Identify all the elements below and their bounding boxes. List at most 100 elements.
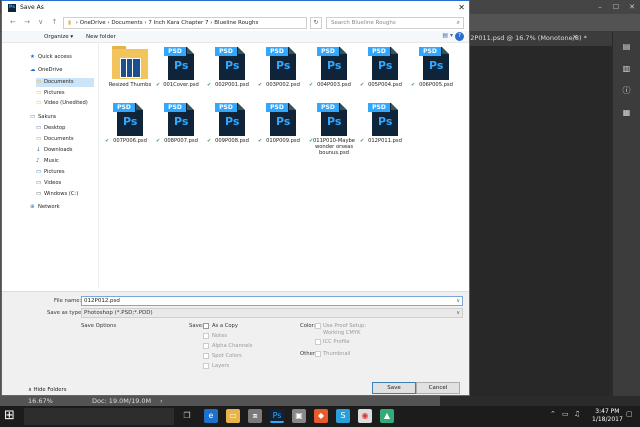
psd-file-item[interactable]: PSD Ps ✔ 002P001.psd <box>204 45 260 101</box>
search-input[interactable]: Search Blueline Roughs ⌕ <box>326 17 464 29</box>
properties-panel-icon[interactable]: ▥ <box>620 62 634 76</box>
breadcrumb-chapter[interactable]: 7 Inch Kara Chapter 7 <box>148 20 208 26</box>
psd-file-item[interactable]: PSD Ps ✔ 011P010-Maybe wonder orseas boun… <box>306 101 362 157</box>
psd-file-item[interactable]: PSD Ps ✔ 009P008.psd <box>204 101 260 157</box>
as-a-copy-checkbox[interactable] <box>203 323 209 329</box>
taskbar: ⊞ ❐ e ▭ ⧈ Ps ▣ ◆ S ◉ ▲ ⌃ ▭ ♫ 3:47 PM 1/1… <box>0 406 640 427</box>
help-icon[interactable]: ? <box>455 32 464 41</box>
close-dialog-icon[interactable]: ✕ <box>458 3 465 12</box>
breadcrumb-onedrive[interactable]: OneDrive <box>80 20 106 26</box>
pane-divider[interactable] <box>98 43 99 289</box>
notes-checkbox[interactable] <box>203 333 209 339</box>
psd-file-item[interactable]: PSD Ps ✔ 003P002.psd <box>255 45 311 101</box>
thumbnail-checkbox[interactable] <box>315 351 321 357</box>
psd-file-item[interactable]: PSD Ps ✔ 007P006.psd <box>102 101 158 157</box>
nav-sakura[interactable]: ▭ Sakura <box>30 113 56 121</box>
psd-file-item[interactable]: PSD Ps ✔ 008P007.psd <box>153 101 209 157</box>
refresh-icon[interactable]: ↻ <box>310 17 322 29</box>
nav-music[interactable]: ♪ Music <box>36 157 59 165</box>
nav-network[interactable]: ⊕ Network <box>30 203 60 211</box>
notifications-icon[interactable]: ▢ <box>626 410 633 418</box>
app-icon[interactable]: ◆ <box>314 409 328 423</box>
cancel-button[interactable]: Cancel <box>416 382 460 394</box>
nav-documents[interactable]: ▭ Documents <box>36 135 74 143</box>
chrome-icon[interactable]: ◉ <box>358 409 372 423</box>
edge-icon[interactable]: e <box>204 409 218 423</box>
view-options-icon[interactable]: ▤ ▾ <box>442 32 453 39</box>
star-icon: ★ <box>30 54 35 60</box>
skype-icon[interactable]: S <box>336 409 350 423</box>
cloud-icon: ☁ <box>30 67 36 73</box>
history-panel-icon[interactable]: ▤ <box>620 40 634 54</box>
psd-file-item[interactable]: PSD Ps ✔ 004P003.psd <box>306 45 362 101</box>
icc-profile-label: ICC Profile <box>323 339 350 345</box>
folder-icon <box>112 49 148 79</box>
status-bar <box>0 396 440 406</box>
zoom-level[interactable]: 16.67% <box>28 396 53 406</box>
breadcrumb-documents[interactable]: Documents <box>111 20 142 26</box>
close-tab-icon[interactable]: × <box>572 33 578 41</box>
app-icon[interactable]: ▣ <box>292 409 306 423</box>
status-menu-arrow[interactable]: › <box>160 396 163 406</box>
psd-file-item[interactable]: PSD Ps ✔ 006P005.psd <box>408 45 464 101</box>
navigation-arrows[interactable]: ← → ∨ ↑ <box>10 18 60 26</box>
nav-documents-onedrive[interactable]: ▭ Documents <box>36 78 74 86</box>
task-view-icon[interactable]: ❐ <box>180 409 194 423</box>
nav-onedrive[interactable]: ☁ OneDrive <box>30 66 62 74</box>
icc-profile-checkbox[interactable] <box>315 339 321 345</box>
folder-item[interactable]: Resized Thumbs <box>102 45 158 101</box>
psd-file-item[interactable]: PSD Ps ✔ 005P004.psd <box>357 45 413 101</box>
psd-file-icon: PSD Ps <box>368 103 398 136</box>
save-type-select[interactable]: Photoshop (*.PSD;*.PDD) ∨ <box>81 308 463 318</box>
app-icon[interactable]: ▲ <box>380 409 394 423</box>
file-list: Resized Thumbs PSD Ps ✔ 001Cover.psd PSD P… <box>102 45 470 289</box>
psd-file-icon: PSD Ps <box>164 47 194 80</box>
store-icon[interactable]: ⧈ <box>248 409 262 423</box>
psd-file-item[interactable]: PSD Ps ✔ 012P011.psd <box>357 101 413 157</box>
clock[interactable]: 3:47 PM 1/18/2017 <box>592 408 623 424</box>
nav-windows-c[interactable]: ▭ Windows (C:) <box>36 190 78 198</box>
alpha-channels-checkbox[interactable] <box>203 343 209 349</box>
proof-setup-checkbox[interactable] <box>315 323 321 329</box>
maximize-button[interactable]: ☐ <box>608 0 624 14</box>
volume-tray-icon[interactable]: ♫ <box>574 410 580 418</box>
save-button[interactable]: Save <box>372 382 416 394</box>
nav-desktop[interactable]: ▭ Desktop <box>36 124 65 132</box>
psd-file-icon: PSD Ps <box>317 47 347 80</box>
document-tab[interactable]: 012P011.psd @ 16.7% (Monotone/8) * <box>462 34 587 42</box>
new-folder-button[interactable]: New folder <box>86 32 116 42</box>
breadcrumb-blueline[interactable]: Blueline Roughs <box>214 20 258 26</box>
minimize-button[interactable]: – <box>592 0 608 14</box>
network-tray-icon[interactable]: ▭ <box>562 410 569 418</box>
organize-button[interactable]: Organize ▾ <box>44 32 73 42</box>
photoshop-taskbar-icon[interactable]: Ps <box>270 409 284 423</box>
psd-file-item[interactable]: PSD Ps ✔ 010P009.psd <box>255 101 311 157</box>
psd-file-icon: PSD Ps <box>266 103 296 136</box>
nav-video-unedited[interactable]: ▭ Video (Unedited) <box>36 99 88 107</box>
filename-input[interactable]: 012P012.psd ∨ <box>81 296 463 306</box>
address-sep: › <box>75 20 78 26</box>
nav-videos[interactable]: ▭ Videos <box>36 179 61 187</box>
file-explorer-icon[interactable]: ▭ <box>226 409 240 423</box>
nav-pictures[interactable]: ▭ Pictures <box>36 168 65 176</box>
tray-overflow-icon[interactable]: ⌃ <box>550 410 556 418</box>
psd-file-item[interactable]: PSD Ps ✔ 001Cover.psd <box>153 45 209 101</box>
spot-colors-checkbox[interactable] <box>203 353 209 359</box>
clock-time: 3:47 PM <box>595 408 620 415</box>
nav-quick-access[interactable]: ★ Quick access <box>30 53 72 61</box>
hide-folders-toggle[interactable]: ∧ Hide Folders <box>28 387 66 393</box>
file-name: 010P009.psd <box>266 138 300 144</box>
folder-icon: ▭ <box>36 100 42 106</box>
swatches-panel-icon[interactable]: ▦ <box>620 106 634 120</box>
info-panel-icon[interactable]: ⓘ <box>620 84 634 98</box>
taskbar-search-box[interactable] <box>24 408 174 425</box>
close-window-button[interactable]: ✕ <box>624 0 640 14</box>
network-icon: ⊕ <box>30 204 35 210</box>
nav-downloads[interactable]: ↓ Downloads <box>36 146 73 154</box>
address-sep: › <box>144 20 147 26</box>
layers-checkbox[interactable] <box>203 363 209 369</box>
chevron-down-icon[interactable]: ∨ <box>456 297 460 305</box>
nav-pictures-onedrive[interactable]: ▭ Pictures <box>36 89 65 97</box>
windows-start-icon[interactable]: ⊞ <box>4 409 15 423</box>
address-bar[interactable]: ▮ › OneDrive › Documents › 7 Inch Kara C… <box>63 17 307 29</box>
